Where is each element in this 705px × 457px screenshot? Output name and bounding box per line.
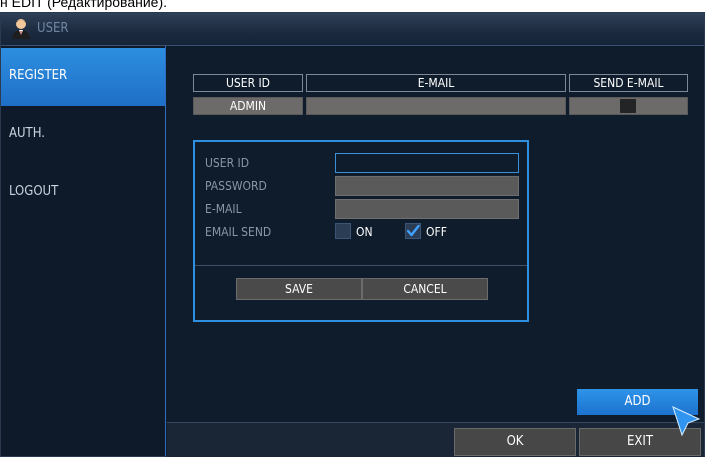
- sidebar-item-label: AUTH.: [9, 126, 45, 141]
- email-send-off-checkbox[interactable]: [405, 223, 421, 239]
- table-cell-user-id[interactable]: ADMIN: [193, 97, 303, 115]
- user-id-label: USER ID: [205, 156, 250, 170]
- main-content: USER ID E-MAIL SEND E-MAIL ADMIN USER ID…: [167, 46, 704, 418]
- edit-user-dialog: USER ID PASSWORD E-MAIL EMAIL SEND ON OF…: [193, 140, 529, 322]
- password-input[interactable]: [335, 176, 519, 196]
- email-send-on-checkbox[interactable]: [335, 223, 351, 239]
- password-label: PASSWORD: [205, 179, 267, 193]
- user-icon: [12, 19, 30, 39]
- checkmark-icon: [406, 224, 420, 237]
- sidebar-item-register[interactable]: REGISTER: [1, 48, 165, 106]
- send-email-toggle[interactable]: [569, 97, 688, 115]
- sidebar-item-label: LOGOUT: [9, 184, 59, 199]
- email-label: E-MAIL: [205, 202, 242, 216]
- dialog-divider: [195, 265, 527, 266]
- mouse-cursor-icon: [672, 406, 701, 437]
- cancel-button[interactable]: CANCEL: [362, 278, 488, 300]
- email-send-off-label: OFF: [426, 225, 447, 239]
- sidebar-item-logout[interactable]: LOGOUT: [1, 164, 165, 222]
- table-cell-email[interactable]: [306, 97, 566, 115]
- column-header-user-id: USER ID: [193, 74, 303, 92]
- page-caption: н EDIT (Редактирование).: [0, 0, 705, 12]
- email-input[interactable]: [335, 199, 519, 219]
- sidebar-item-label: REGISTER: [9, 68, 68, 83]
- bottom-action-bar: OK EXIT: [167, 422, 704, 457]
- sidebar: REGISTER AUTH. LOGOUT: [1, 46, 166, 456]
- ok-button[interactable]: OK: [454, 428, 576, 456]
- sidebar-item-auth[interactable]: AUTH.: [1, 106, 165, 164]
- email-send-label: EMAIL SEND: [205, 225, 272, 239]
- user-id-input[interactable]: [335, 153, 519, 173]
- column-header-email: E-MAIL: [306, 74, 566, 92]
- column-header-send-email: SEND E-MAIL: [569, 74, 688, 92]
- window-titlebar: USER: [1, 13, 704, 46]
- window-title: USER: [37, 21, 69, 36]
- toggle-knob: [620, 99, 636, 113]
- user-window: USER REGISTER AUTH. LOGOUT USER ID E-MAI…: [0, 12, 705, 457]
- email-send-on-label: ON: [356, 225, 373, 239]
- save-button[interactable]: SAVE: [236, 278, 362, 300]
